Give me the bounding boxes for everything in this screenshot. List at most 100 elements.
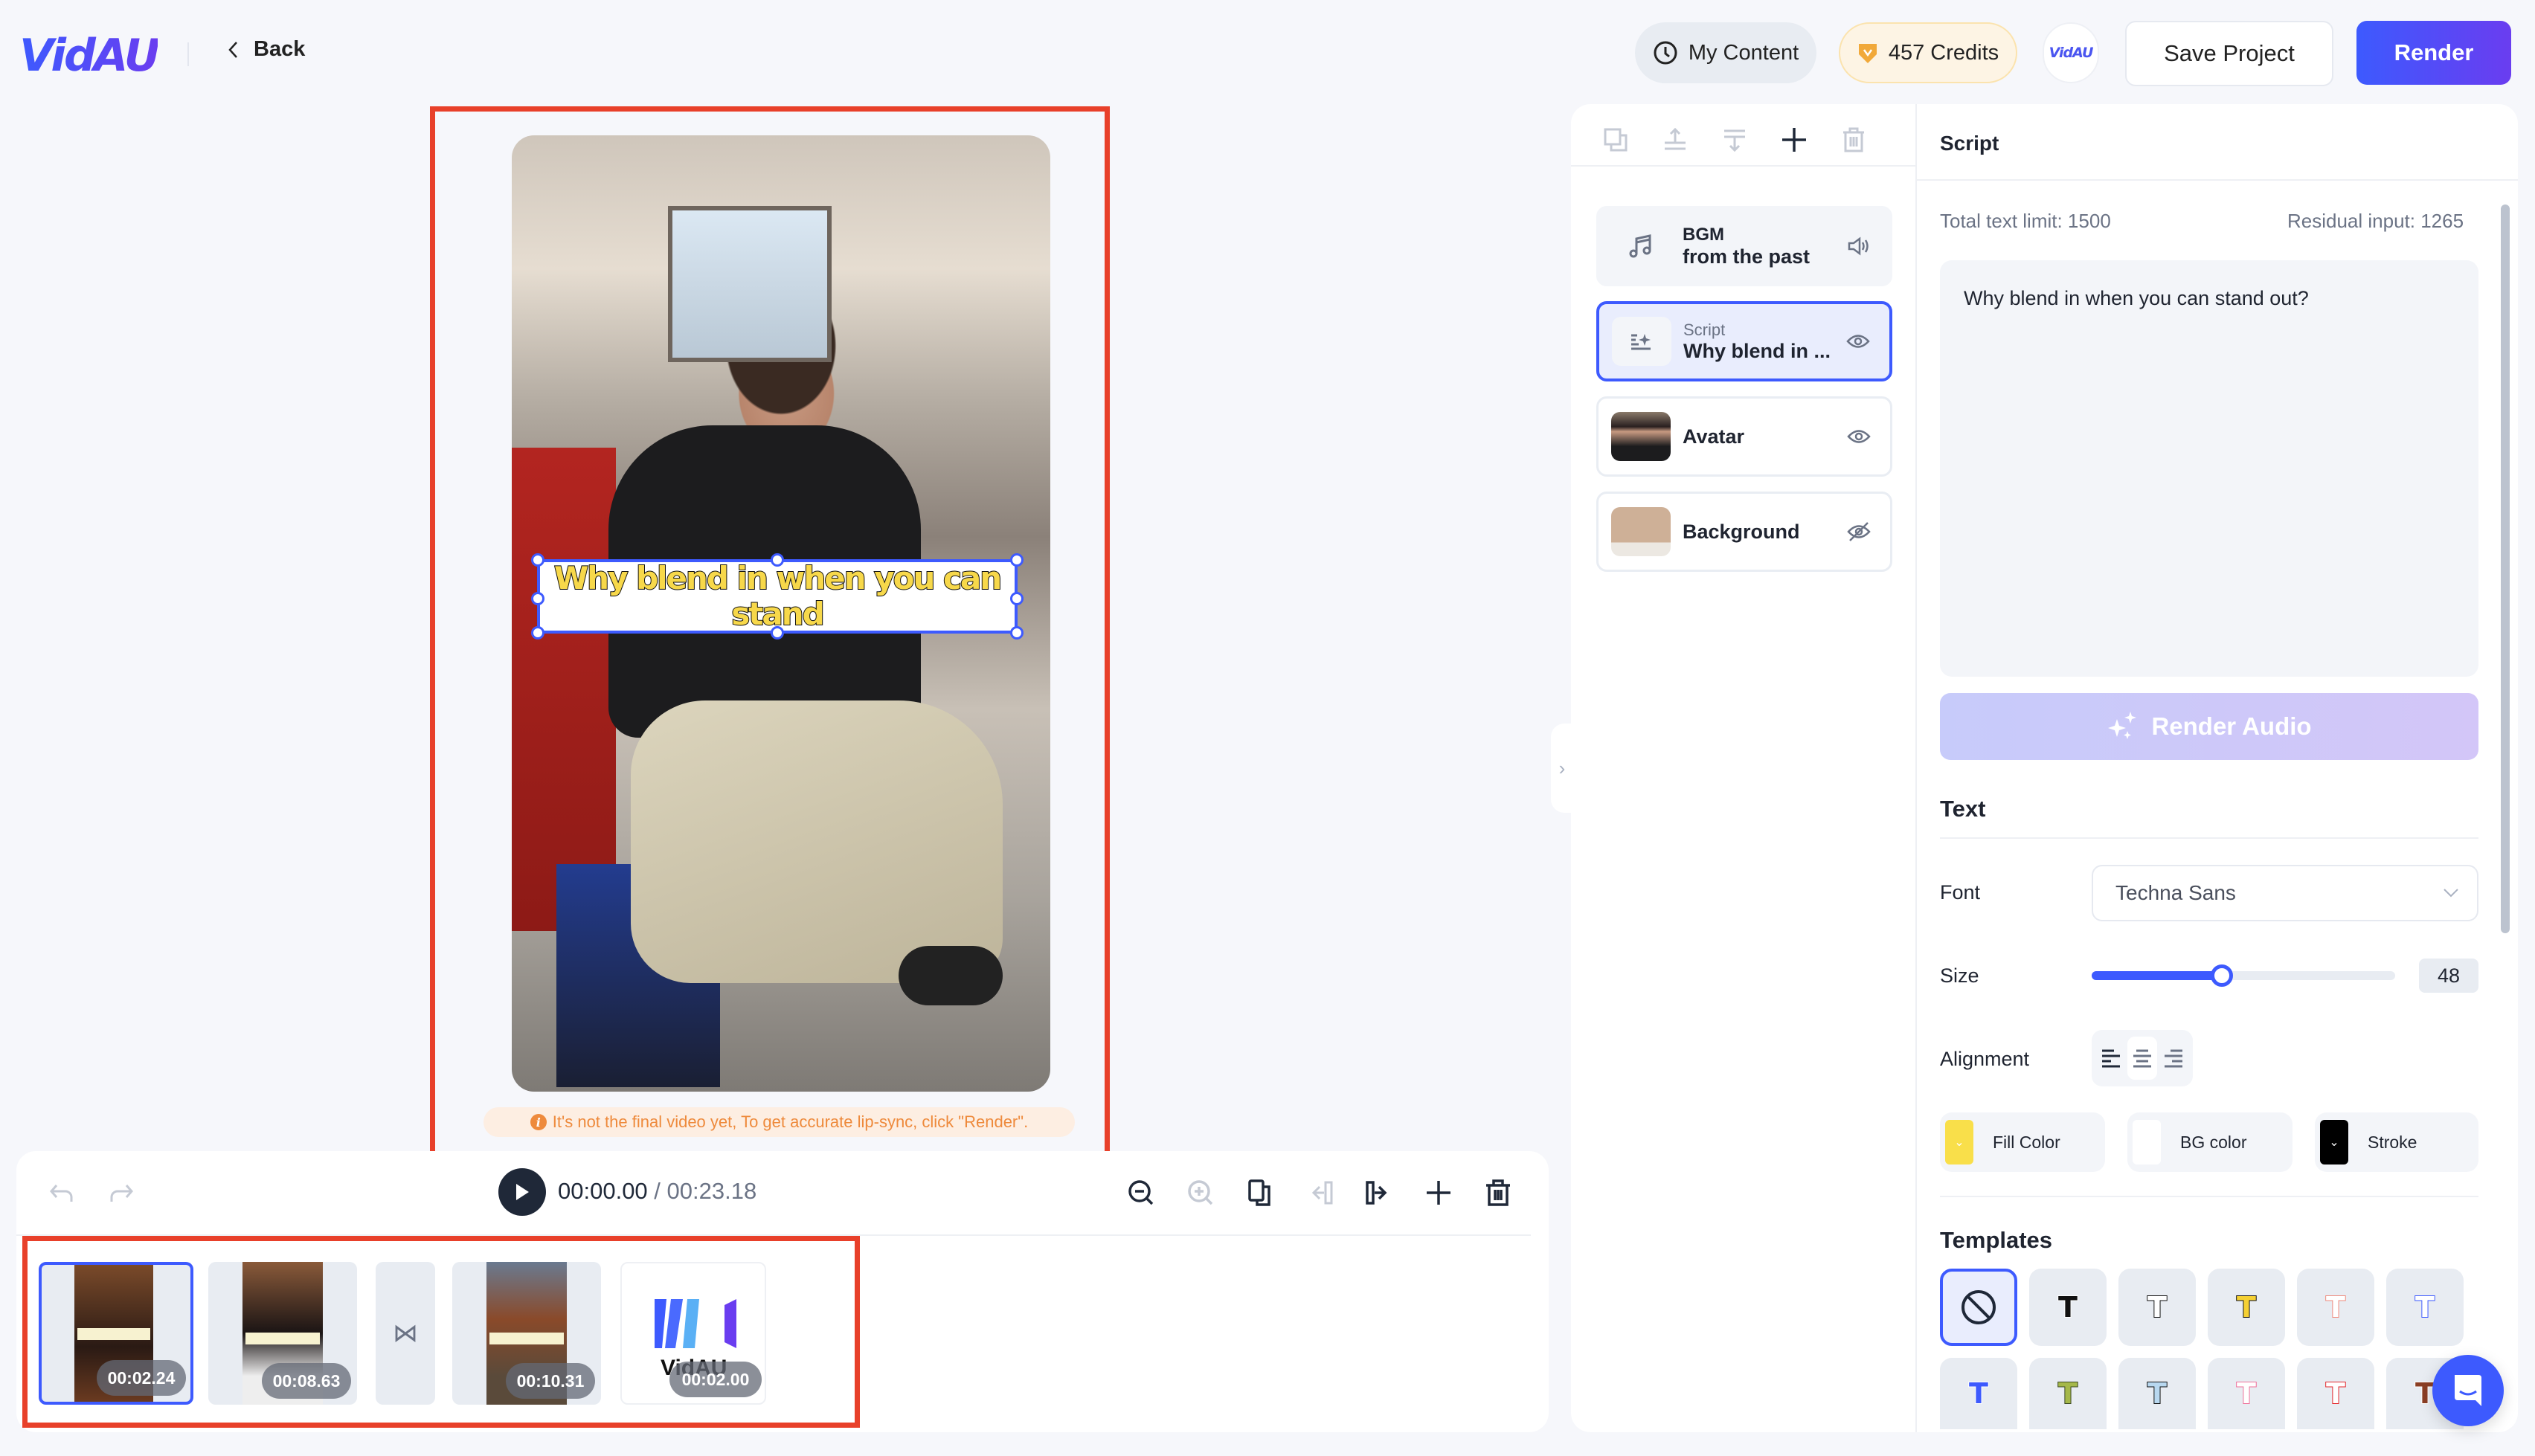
eye-icon[interactable] [1843, 333, 1873, 349]
layer-bgm[interactable]: BGM from the past [1596, 206, 1892, 286]
background-thumbnail [1611, 507, 1671, 556]
template-item[interactable]: T [2118, 1269, 2196, 1346]
render-button[interactable]: Render [2356, 21, 2511, 85]
split-left-button[interactable] [1303, 1176, 1336, 1209]
redo-button[interactable] [104, 1176, 137, 1209]
bg-color-picker[interactable]: BG color [2127, 1112, 2293, 1172]
clock-icon [1654, 41, 1677, 65]
credits-label: 457 Credits [1888, 40, 1999, 65]
template-item[interactable]: T [2118, 1358, 2196, 1429]
music-note-icon [1611, 222, 1671, 271]
back-button[interactable]: Back [227, 37, 305, 62]
chat-support-button[interactable] [2432, 1355, 2504, 1426]
vidau-logo[interactable]: VidAU [19, 30, 160, 82]
avatar-label: VidAU [2049, 45, 2094, 61]
template-item[interactable]: T [2386, 1269, 2464, 1346]
template-glyph: T [2236, 1290, 2257, 1324]
redo-icon [110, 1185, 133, 1202]
font-label: Font [1940, 881, 1981, 903]
duplicate-button[interactable] [1244, 1176, 1276, 1209]
copy-layer-icon[interactable] [1601, 125, 1630, 155]
script-textarea[interactable]: Why blend in when you can stand out? [1940, 260, 2478, 677]
render-audio-button[interactable]: Render Audio [1940, 693, 2478, 760]
template-item[interactable]: T [1940, 1358, 2017, 1429]
split-right-button[interactable] [1363, 1176, 1395, 1209]
play-button[interactable] [498, 1168, 546, 1216]
stroke-color-swatch: ⌄ [2320, 1120, 2348, 1165]
size-label: Size [1940, 964, 1979, 987]
trash-icon [1486, 1179, 1510, 1206]
avatar-thumbnail [1611, 412, 1671, 461]
bg-color-swatch [2133, 1120, 2161, 1165]
chat-icon [2455, 1375, 2481, 1406]
zoom-in-button[interactable] [1184, 1176, 1217, 1209]
chevron-down-icon [2444, 889, 2458, 898]
duplicate-icon [1248, 1179, 1270, 1206]
text-limit: Total text limit: 1500 [1940, 210, 2111, 232]
script-header-divider [1917, 179, 2518, 181]
layer-background[interactable]: Background [1596, 492, 1892, 572]
template-item[interactable]: T [2029, 1358, 2107, 1429]
clips-highlight-frame [22, 1236, 860, 1428]
time-display: 00:00.00 / 00:23.18 [558, 1178, 756, 1205]
zoom-out-button[interactable] [1125, 1176, 1157, 1209]
credits-badge[interactable]: 457 Credits [1839, 22, 2017, 83]
delete-clip-button[interactable] [1482, 1176, 1514, 1209]
template-item[interactable]: T [2208, 1358, 2285, 1429]
template-none[interactable] [1940, 1269, 2017, 1346]
template-glyph: T [2414, 1290, 2435, 1324]
my-content-label: My Content [1688, 40, 1799, 65]
align-right-button[interactable] [2159, 1037, 2188, 1080]
bg-color-label: BG color [2180, 1132, 2247, 1152]
bring-forward-icon[interactable] [1660, 125, 1690, 155]
text-section-title: Text [1940, 796, 1986, 822]
template-item[interactable]: T [2297, 1269, 2374, 1346]
alignment-label: Alignment [1940, 1048, 2030, 1070]
current-time: 00:00.00 [558, 1178, 648, 1204]
align-left-button[interactable] [2096, 1037, 2126, 1080]
template-item[interactable]: T [2029, 1269, 2107, 1346]
sparkle-icon [2108, 712, 2137, 739]
time-separator: / [647, 1178, 667, 1204]
template-item[interactable]: T [2297, 1358, 2374, 1429]
add-clip-button[interactable] [1422, 1176, 1455, 1209]
template-glyph: T [2147, 1376, 2168, 1411]
size-value[interactable]: 48 [2419, 959, 2478, 993]
undo-button[interactable] [46, 1176, 79, 1209]
eye-icon[interactable] [1844, 428, 1874, 445]
size-slider-fill [2092, 971, 2223, 980]
layer-script[interactable]: Script Why blend in ... [1596, 301, 1892, 381]
stroke-color-picker[interactable]: ⌄ Stroke [2315, 1112, 2478, 1172]
size-slider[interactable] [2092, 964, 2395, 987]
layer-title: from the past [1683, 245, 1811, 268]
layer-sub: Script [1683, 320, 1726, 339]
template-item[interactable]: T [2208, 1269, 2285, 1346]
user-avatar[interactable]: VidAU [2043, 22, 2099, 83]
script-panel-scrollbar[interactable] [2501, 204, 2510, 933]
font-value: Techna Sans [2115, 881, 2236, 904]
script-title: Script [1940, 132, 1999, 155]
back-label: Back [254, 37, 306, 61]
no-style-icon [1962, 1290, 1996, 1324]
font-select[interactable]: Techna Sans [2092, 865, 2478, 921]
header-divider [187, 42, 189, 66]
my-content-button[interactable]: My Content [1635, 22, 1816, 83]
chevron-left-icon [228, 41, 237, 58]
align-left-icon [2102, 1049, 2120, 1068]
zoom-in-icon [1188, 1180, 1213, 1205]
fill-color-picker[interactable]: ⌄ Fill Color [1940, 1112, 2105, 1172]
eye-off-icon[interactable] [1844, 521, 1874, 542]
send-backward-icon[interactable] [1720, 125, 1750, 155]
align-center-button[interactable] [2127, 1037, 2157, 1080]
total-time: 00:23.18 [666, 1178, 757, 1204]
fill-color-label: Fill Color [1993, 1132, 2060, 1152]
text-sparkle-icon [1612, 317, 1671, 366]
collapse-panel-button[interactable]: › [1551, 724, 1573, 813]
delete-layer-icon[interactable] [1839, 125, 1869, 155]
save-project-button[interactable]: Save Project [2125, 21, 2333, 86]
template-glyph: T [1968, 1376, 1989, 1411]
volume-icon[interactable] [1844, 236, 1874, 257]
layer-avatar[interactable]: Avatar [1596, 396, 1892, 477]
add-layer-icon[interactable] [1779, 125, 1809, 155]
residual-input: Residual input: 1265 [2287, 210, 2464, 232]
